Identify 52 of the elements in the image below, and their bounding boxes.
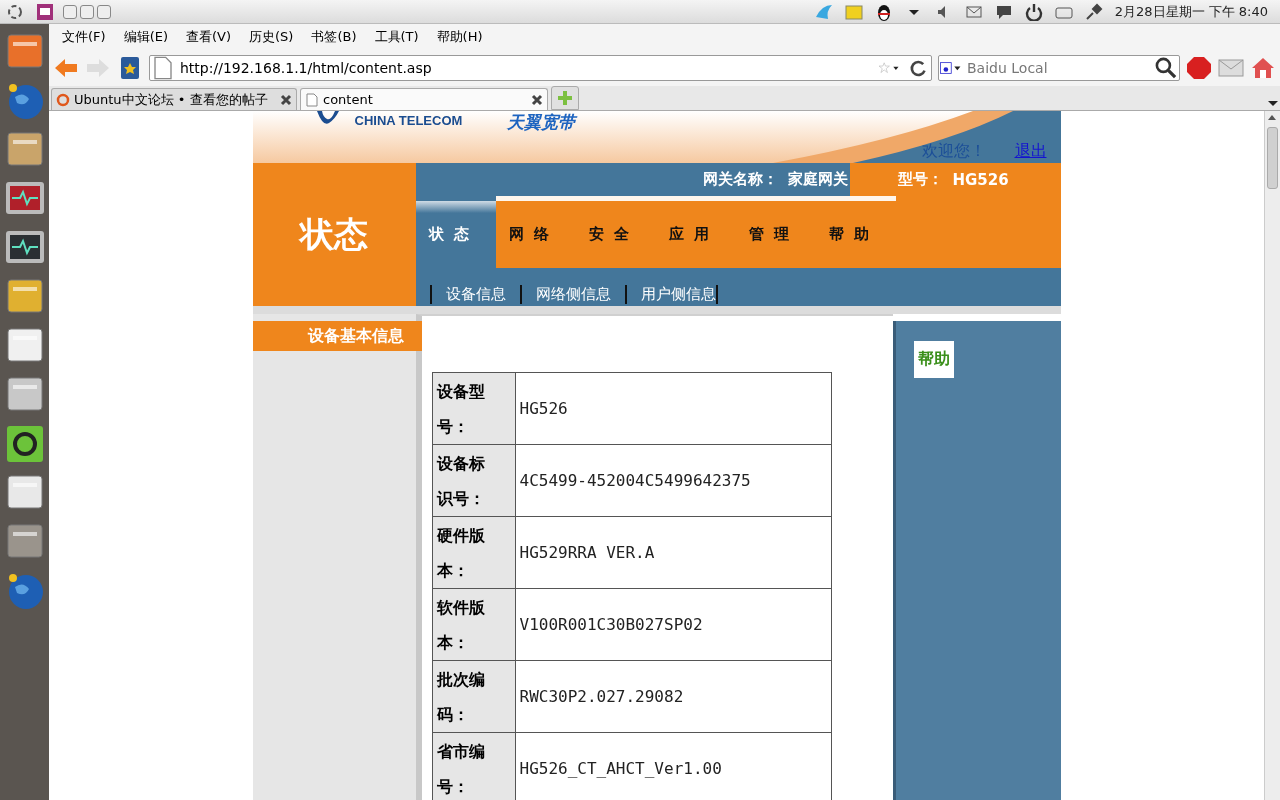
table-cell: V100R001C30B027SP02 — [515, 588, 831, 661]
menu-item[interactable]: 查看(V) — [177, 28, 241, 46]
logo-icon — [314, 111, 341, 127]
table-cell: RWC30P2.027.29082 — [515, 660, 831, 733]
table-cell: 设备标识号： — [432, 444, 515, 517]
app-icon[interactable] — [36, 2, 54, 21]
plus-icon — [557, 90, 573, 106]
sub-nav-link[interactable]: 用户侧信息 — [624, 285, 718, 304]
menu-item[interactable]: 文件(F) — [53, 28, 115, 46]
gateway-name: 家庭网关 — [787, 170, 848, 189]
browser-tab[interactable]: content — [300, 88, 548, 110]
model-value: HG526 — [952, 170, 1009, 189]
menu-item[interactable]: 编辑(E) — [114, 28, 177, 46]
back-icon[interactable] — [53, 56, 79, 80]
scrollbar[interactable] — [1264, 111, 1280, 800]
gateway-label: 网关名称： — [702, 170, 778, 189]
menu-item[interactable]: 书签(B) — [302, 28, 366, 46]
close-icon[interactable] — [280, 93, 292, 106]
ubuntu-logo-icon[interactable] — [6, 2, 24, 21]
close-icon[interactable] — [531, 93, 543, 106]
menu-item[interactable]: 帮助(H) — [427, 28, 492, 46]
stop-sign-icon[interactable] — [1186, 56, 1212, 80]
section-title: 状态 — [252, 163, 416, 306]
maximize-button[interactable] — [97, 4, 111, 19]
brand-name: CHINA TELECOM — [354, 113, 463, 128]
scrollbar-thumb[interactable] — [1267, 127, 1278, 189]
search-icon[interactable] — [1153, 56, 1179, 80]
model-label: 型号： — [897, 170, 943, 189]
address-field[interactable]: http://192.168.1.1/html/content.asp — [149, 55, 932, 81]
help-link[interactable]: 帮助 — [913, 341, 954, 378]
table-cell: HG526 — [515, 372, 831, 445]
table-cell: 设备型号： — [432, 372, 515, 445]
sub-nav-link[interactable]: 网络侧信息 — [519, 285, 625, 304]
minimize-button[interactable] — [80, 4, 94, 19]
clock[interactable]: 2月28日星期一 下午 8:40 — [1114, 2, 1268, 21]
browser-tab[interactable]: Ubuntu中文论坛 • 查看您的帖子 — [51, 88, 297, 110]
table-cell: 软件版本： — [432, 588, 515, 661]
menu-item[interactable]: 工具(T) — [365, 28, 428, 46]
sub-nav-link[interactable]: 设备信息 — [429, 285, 520, 304]
table-cell: 硬件版本： — [432, 516, 515, 589]
table-cell: 批次编码： — [432, 660, 515, 733]
table-cell: HG529RRA VER.A — [515, 516, 831, 589]
power-icon[interactable] — [1024, 2, 1043, 21]
page-icon — [305, 92, 319, 107]
home-icon[interactable] — [1250, 56, 1276, 80]
table-cell: 4C5499-452004C5499642375 — [515, 444, 831, 517]
nav-tab[interactable]: 状态 — [415, 196, 496, 268]
close-button[interactable] — [63, 4, 77, 19]
ubuntu-logo-icon — [56, 92, 70, 107]
search-box[interactable]: Baidu Local — [938, 55, 1180, 81]
menu-item[interactable]: 历史(S) — [240, 28, 303, 46]
table-cell: 省市编号： — [432, 732, 515, 800]
